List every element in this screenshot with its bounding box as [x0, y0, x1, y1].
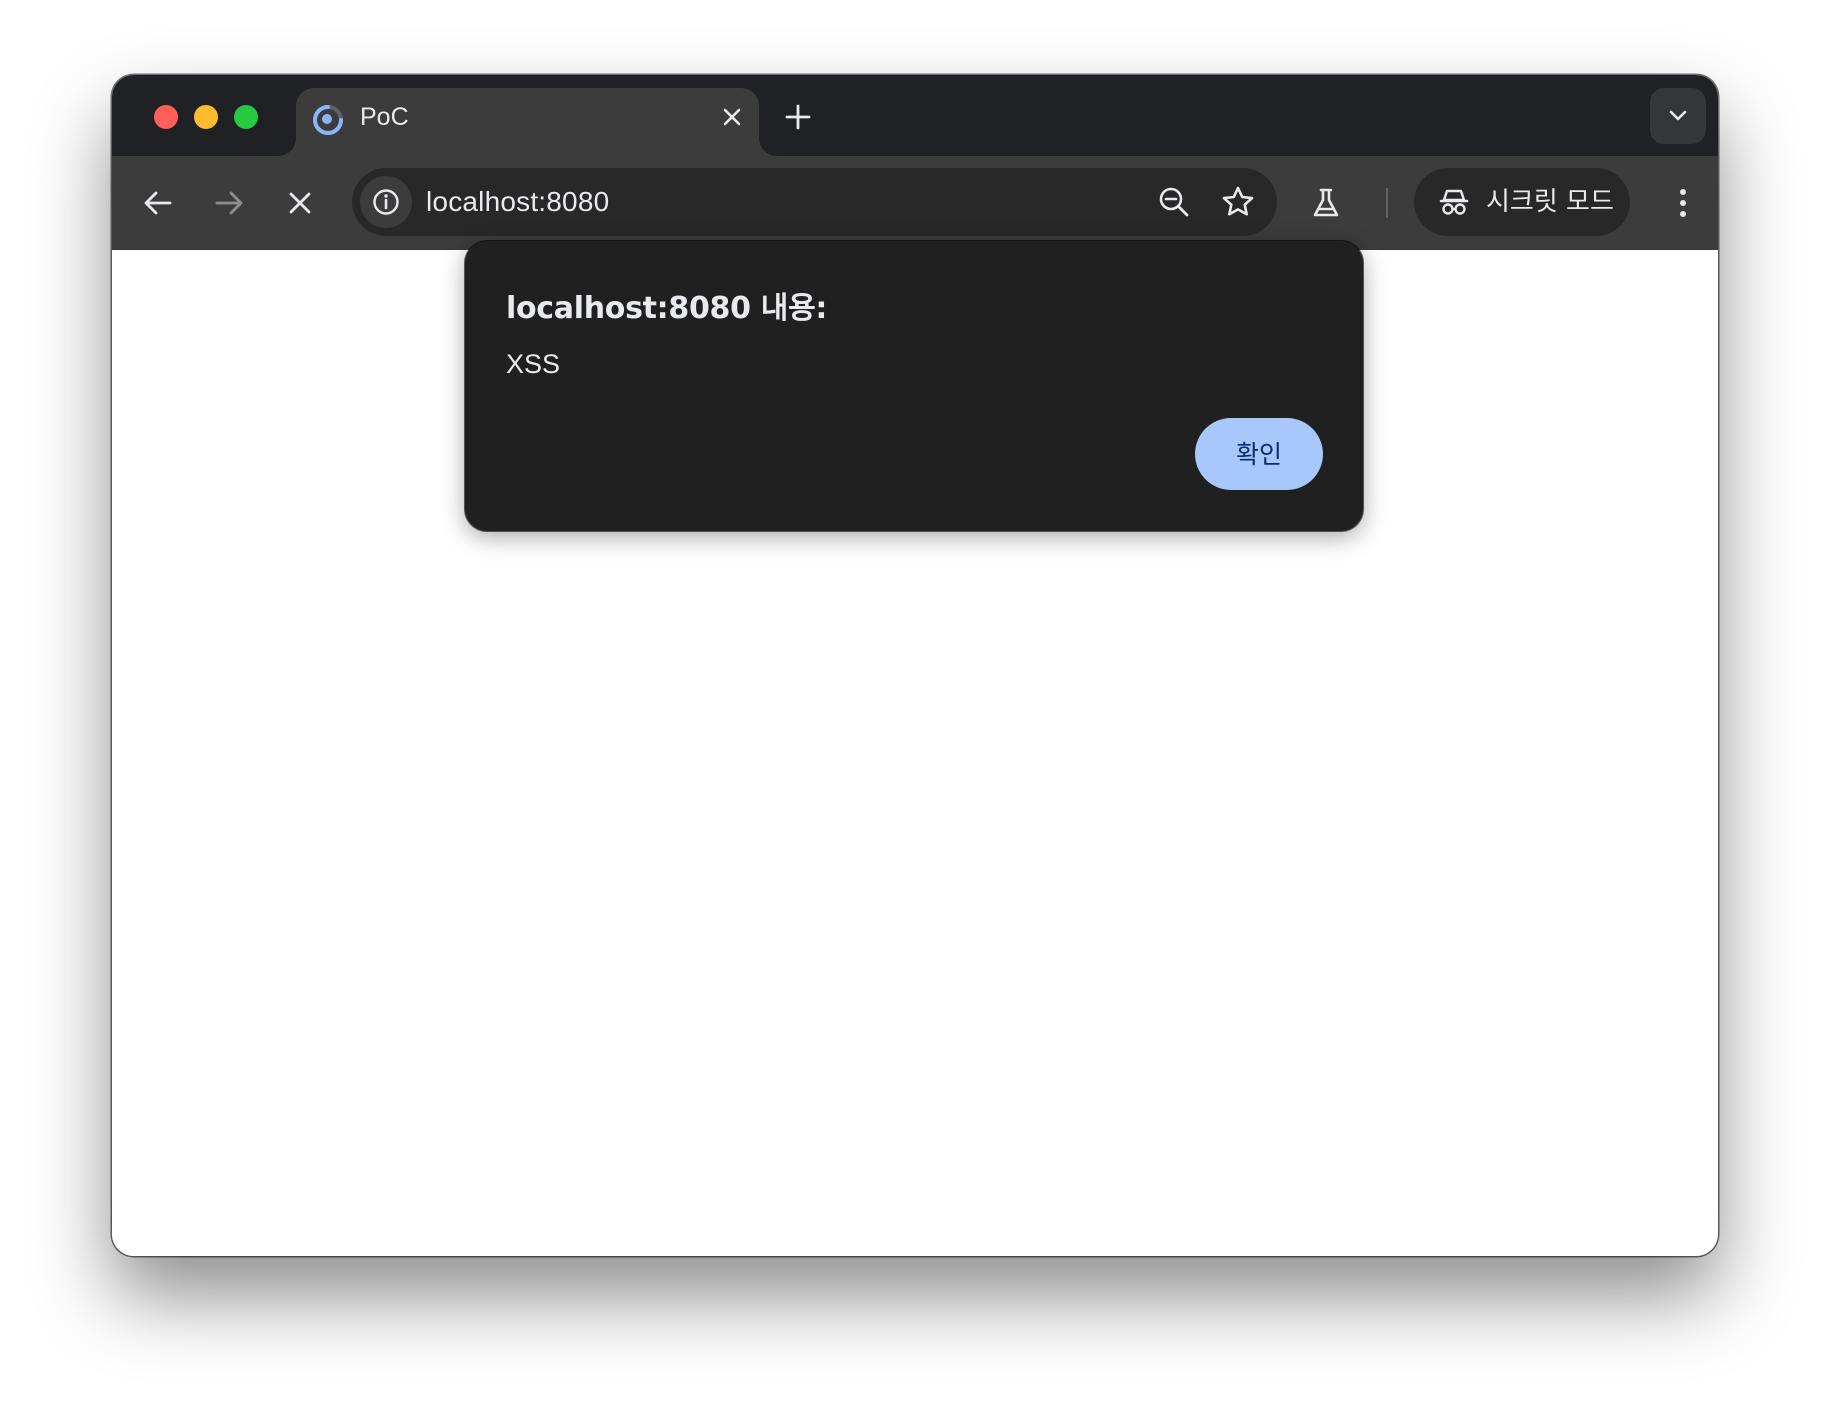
toolbar-divider	[1386, 188, 1388, 218]
tab-search-button[interactable]	[1650, 88, 1706, 144]
new-tab-icon[interactable]	[782, 101, 814, 133]
stop-loading-icon[interactable]	[280, 183, 320, 223]
tab-title: PoC	[360, 103, 409, 131]
labs-flask-icon[interactable]	[1306, 183, 1346, 223]
more-menu-icon[interactable]	[1663, 183, 1703, 223]
tab-poc[interactable]: PoC	[296, 88, 759, 156]
tab-strip: PoC	[112, 75, 1718, 156]
zoom-out-icon[interactable]	[1154, 182, 1194, 222]
loading-spinner-icon	[310, 102, 346, 138]
maximize-window-button[interactable]	[234, 105, 258, 129]
site-info-icon[interactable]	[360, 176, 412, 228]
url-text[interactable]: localhost:8080	[426, 168, 609, 236]
ok-button[interactable]: 확인	[1195, 418, 1323, 490]
incognito-mode-chip[interactable]: 시크릿 모드	[1414, 168, 1630, 236]
chevron-down-icon	[1669, 110, 1687, 121]
incognito-icon	[1439, 189, 1469, 215]
screenshot-stage: PoC localhost:8080 시크릿 모드 localhost:8080…	[0, 0, 1830, 1404]
dialog-title: localhost:8080 내용:	[506, 291, 828, 326]
forward-arrow-icon[interactable]	[209, 183, 249, 223]
back-arrow-icon[interactable]	[138, 183, 178, 223]
incognito-label: 시크릿 모드	[1486, 187, 1614, 217]
address-bar[interactable]: localhost:8080	[352, 168, 1277, 236]
minimize-window-button[interactable]	[194, 105, 218, 129]
dialog-message: XSS	[506, 349, 561, 379]
toolbar: localhost:8080 시크릿 모드	[112, 156, 1718, 250]
bookmark-star-icon[interactable]	[1218, 182, 1258, 222]
close-tab-icon[interactable]	[717, 102, 747, 132]
close-window-button[interactable]	[154, 105, 178, 129]
alert-dialog: localhost:8080 내용: XSS 확인	[465, 241, 1363, 531]
